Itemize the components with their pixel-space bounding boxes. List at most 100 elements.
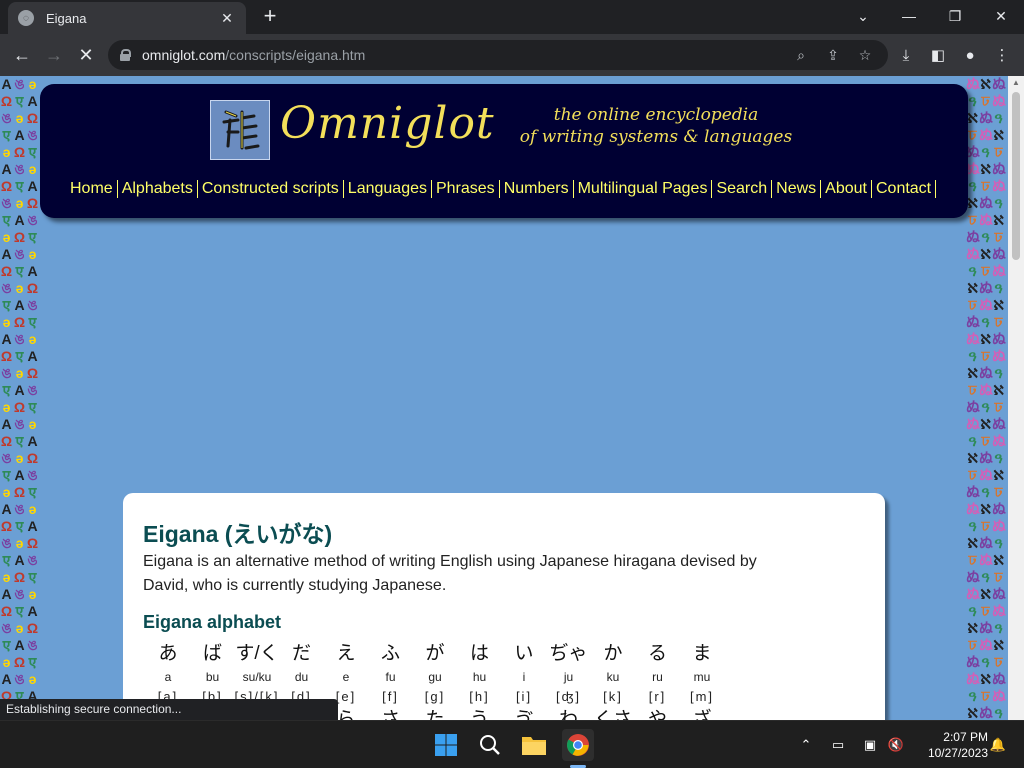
tagline-line-2: of writing systems & languages: [519, 127, 793, 147]
network-icon[interactable]: ▭: [828, 735, 848, 755]
tab-search-icon[interactable]: ⌄: [840, 0, 886, 32]
minimize-button[interactable]: —: [886, 0, 932, 32]
clock-date: 10/27/2023: [927, 746, 988, 760]
page-scrollbar[interactable]: ▲: [1008, 76, 1024, 720]
system-clock[interactable]: 2:07 PM 10/27/2023: [912, 729, 988, 761]
tab-eigana[interactable]: ◌ Eigana ✕: [8, 2, 246, 34]
display-icon[interactable]: ▣: [860, 735, 880, 755]
start-button[interactable]: [430, 729, 462, 761]
nav-link-numbers[interactable]: Numbers: [500, 180, 573, 198]
decorative-glyph: ঢ: [981, 178, 990, 194]
decorative-glyph: ঢ: [981, 518, 990, 534]
alphabet-next: ざ: [692, 709, 712, 720]
nav-link-phrases[interactable]: Phrases: [432, 180, 499, 198]
decorative-glyph: ए: [2, 467, 11, 483]
new-tab-button[interactable]: +: [258, 5, 282, 29]
alphabet-kana: い: [514, 643, 534, 664]
volume-muted-icon[interactable]: 🔇: [886, 735, 906, 755]
nav-link-contact[interactable]: Contact: [872, 180, 935, 198]
scrollbar-thumb[interactable]: [1012, 92, 1020, 260]
file-explorer-button[interactable]: [518, 729, 550, 761]
nav-link-languages[interactable]: Languages: [344, 180, 431, 198]
decorative-glyph: ℵ: [966, 280, 979, 296]
decorative-glyph: ぬ: [966, 654, 980, 670]
omniglot-logo[interactable]: [210, 100, 270, 160]
decorative-glyph: ぬ: [966, 586, 980, 602]
alphabet-next: や: [647, 709, 667, 720]
decorative-glyph: ぬ: [992, 603, 1006, 619]
decorative-glyph: ぬ: [992, 501, 1006, 517]
chrome-icon: [567, 734, 589, 756]
scroll-up-arrow-icon[interactable]: ▲: [1012, 78, 1020, 87]
decorative-glyph: ঢ: [968, 212, 977, 228]
close-window-button[interactable]: ✕: [978, 0, 1024, 32]
share-icon[interactable]: ⇪: [824, 46, 842, 64]
show-hidden-icons-chevron-icon[interactable]: ⌃: [796, 735, 816, 755]
decorative-glyph: A: [27, 263, 38, 279]
nav-link-about[interactable]: About: [821, 180, 871, 198]
alphabet-ipa: [m]: [689, 689, 715, 704]
menu-kebab-icon[interactable]: ⋮: [992, 45, 1012, 65]
decorative-glyph: Ω: [13, 484, 26, 500]
decorative-glyph: ə: [15, 450, 24, 466]
decorative-glyph: ए: [15, 348, 24, 364]
browser-toolbar: ← → ✕ omniglot.com /conscripts/eigana.ht…: [0, 34, 1024, 76]
decorative-glyph: ए: [2, 127, 11, 143]
taskbar-search-button[interactable]: [474, 729, 506, 761]
alphabet-roman: gu: [428, 670, 442, 684]
decorative-glyph: ぬ: [966, 501, 980, 517]
alphabet-ipa: [k]: [603, 689, 623, 704]
decorative-glyph: ℵ: [979, 586, 992, 602]
profile-icon[interactable]: ●: [960, 45, 980, 65]
stop-loading-button[interactable]: ✕: [72, 41, 100, 69]
nav-link-alphabets[interactable]: Alphabets: [118, 180, 197, 198]
forward-button[interactable]: →: [40, 41, 68, 69]
alphabet-next: わ: [558, 709, 578, 720]
decorative-glyph: ぬ: [979, 637, 993, 653]
decorative-glyph: ぬ: [992, 433, 1006, 449]
notification-bell-icon[interactable]: 🔔: [988, 735, 1008, 755]
alphabet-ipa: [ʤ]: [555, 689, 581, 704]
decorative-glyph: ℵ: [979, 246, 992, 262]
chrome-taskbar-button[interactable]: [562, 729, 594, 761]
nav-link-search[interactable]: Search: [712, 180, 771, 198]
decorative-glyph: ঙ: [1, 450, 12, 466]
nav-link-home[interactable]: Home: [66, 180, 117, 198]
decorative-glyph: ə: [15, 110, 24, 126]
decorative-glyph: ə: [28, 76, 37, 92]
bookmark-star-icon[interactable]: ☆: [856, 46, 874, 64]
decorative-glyph: Ω: [13, 569, 26, 585]
folder-icon: [522, 737, 546, 755]
decorative-glyph: ዓ: [981, 229, 990, 245]
address-bar[interactable]: omniglot.com /conscripts/eigana.htm ⌕ ⇪ …: [108, 40, 888, 70]
site-navigation: Home Alphabets Constructed scripts Language…: [66, 180, 937, 198]
decorative-glyph: ぬ: [992, 246, 1006, 262]
alphabet-roman: i: [522, 670, 526, 684]
side-panel-icon[interactable]: ◧: [928, 45, 948, 65]
back-button[interactable]: ←: [8, 41, 36, 69]
alphabet-roman: mu: [693, 670, 711, 684]
zoom-search-icon[interactable]: ⌕: [792, 46, 810, 64]
decorative-glyph: ঢ: [994, 484, 1003, 500]
nav-link-news[interactable]: News: [772, 180, 820, 198]
decorative-glyph: A: [1, 246, 12, 262]
article-card: Eigana (えいがな) Eigana is an alternative m…: [123, 493, 885, 720]
restore-button[interactable]: ❐: [932, 0, 978, 32]
alphabet-roman: hu: [472, 670, 487, 684]
intro-line-2: David, who is currently studying Japanes…: [143, 577, 447, 594]
site-name[interactable]: Omniglot: [280, 98, 495, 149]
tab-close-icon[interactable]: ✕: [218, 10, 236, 27]
section-heading: Eigana alphabet: [143, 612, 282, 632]
lock-icon[interactable]: [120, 49, 131, 61]
decorative-glyph: ए: [15, 178, 24, 194]
decorative-glyph: A: [27, 603, 38, 619]
nav-link-multilingual-pages[interactable]: Multilingual Pages: [574, 180, 712, 198]
nav-link-constructed-scripts[interactable]: Constructed scripts: [198, 180, 343, 198]
download-icon[interactable]: ⤓: [896, 45, 916, 65]
decorative-glyph: ঙ: [14, 246, 25, 262]
decorative-glyph: ঙ: [1, 365, 12, 381]
decorative-glyph: ዓ: [994, 280, 1003, 296]
decorative-glyph: ዓ: [968, 688, 977, 704]
windows-logo-icon: [435, 734, 457, 756]
decorative-glyph: ℵ: [979, 671, 992, 687]
